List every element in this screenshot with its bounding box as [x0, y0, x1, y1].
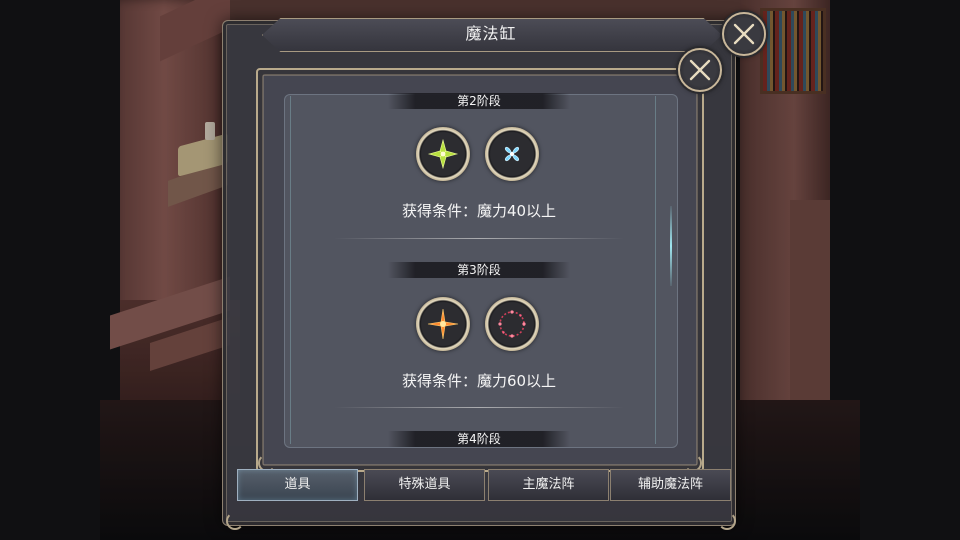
stage-2-label: 第2阶段 — [457, 94, 501, 108]
close-window-button[interactable] — [722, 12, 766, 56]
orange-spark-crystal-icon[interactable] — [416, 297, 470, 351]
stage-divider — [334, 238, 624, 239]
stage-3-condition: 获得条件：魔力60以上 — [401, 372, 557, 390]
close-icon — [733, 23, 755, 45]
tab-items[interactable]: 道具 — [237, 469, 358, 501]
frame-corner-ornament — [718, 512, 736, 530]
close-icon — [689, 59, 711, 81]
stage-divider — [334, 407, 624, 408]
blue-flower-crystal-icon[interactable] — [485, 127, 539, 181]
stage-3-label: 第3阶段 — [457, 263, 501, 277]
red-ring-crystal-icon[interactable] — [485, 297, 539, 351]
green-star-crystal-icon[interactable] — [416, 127, 470, 181]
window-title: 魔法缸 — [465, 24, 517, 43]
frame-corner-ornament — [226, 512, 244, 530]
tab-main-magic-circle[interactable]: 主魔法阵 — [488, 469, 609, 501]
scroll-area-right-rule — [655, 96, 656, 444]
stage-list-scrollbar[interactable] — [670, 206, 672, 286]
tab-auxiliary-magic-circle[interactable]: 辅助魔法阵 — [610, 469, 731, 501]
tab-special-items[interactable]: 特殊道具 — [364, 469, 485, 501]
close-popup-button[interactable] — [678, 48, 722, 92]
stage-2-condition: 获得条件：魔力40以上 — [401, 202, 557, 220]
scroll-area-left-rule — [290, 96, 291, 444]
stage-4-label: 第4阶段 — [457, 432, 501, 446]
